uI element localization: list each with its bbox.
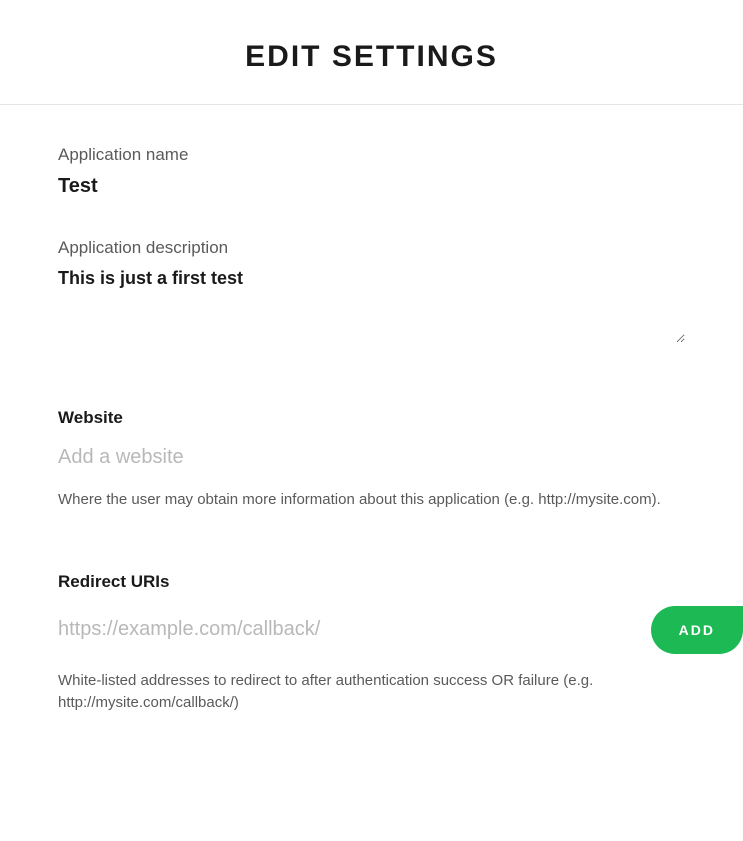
redirect-uri-input[interactable]	[58, 614, 641, 645]
application-description-label: Application description	[58, 238, 685, 258]
website-label: Website	[58, 408, 685, 428]
application-name-label: Application name	[58, 145, 685, 165]
redirect-uris-label: Redirect URIs	[58, 572, 685, 592]
application-name-group: Application name	[58, 145, 685, 198]
website-input[interactable]	[58, 442, 685, 473]
website-help-text: Where the user may obtain more informati…	[58, 489, 685, 512]
redirect-help-text: White-listed addresses to redirect to af…	[58, 670, 685, 715]
dialog-header: EDIT SETTINGS	[0, 0, 743, 104]
application-description-input[interactable]	[58, 268, 685, 343]
redirect-input-row: ADD	[58, 606, 685, 654]
add-button[interactable]: ADD	[651, 606, 743, 654]
application-description-group: Application description	[58, 238, 685, 348]
website-group: Website Where the user may obtain more i…	[58, 408, 685, 512]
redirect-uris-group: Redirect URIs ADD White-listed addresses…	[58, 572, 685, 715]
form-content: Application name Application description…	[0, 105, 743, 715]
textarea-wrapper	[58, 268, 685, 348]
dialog-title: EDIT SETTINGS	[0, 40, 743, 74]
application-name-input[interactable]	[58, 175, 685, 198]
